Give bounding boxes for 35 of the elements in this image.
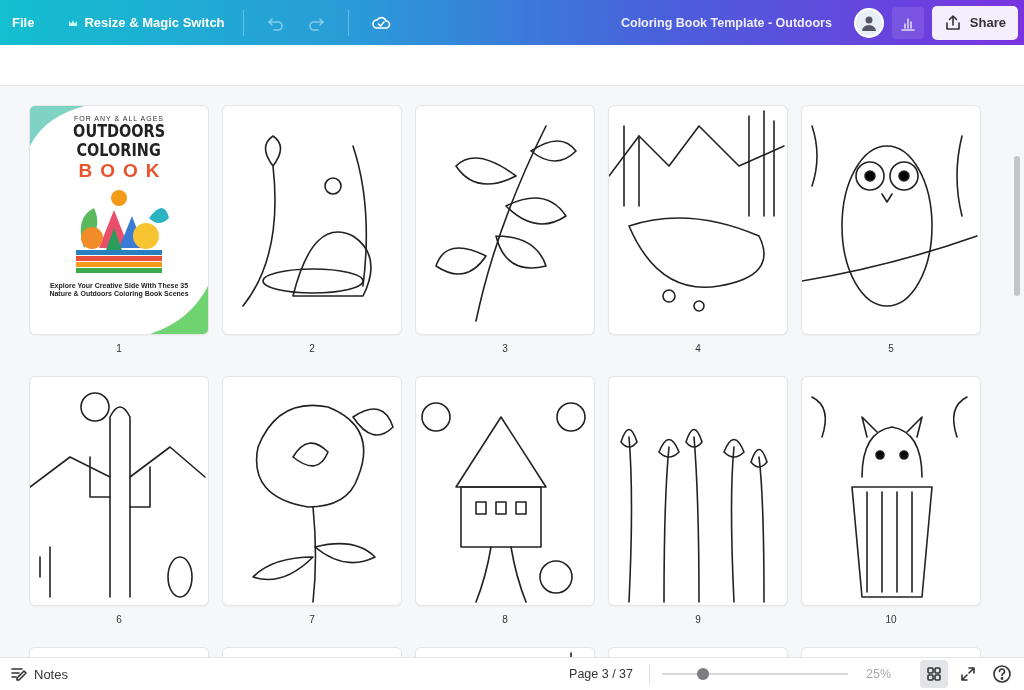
page-number: 3 (502, 343, 508, 354)
help-icon (992, 664, 1012, 684)
share-button[interactable]: Share (931, 5, 1018, 40)
page-number: 2 (309, 343, 315, 354)
page-number: 7 (309, 614, 315, 625)
page-number: 10 (885, 614, 897, 625)
page-thumbnail[interactable] (609, 377, 787, 605)
page-thumbnail[interactable] (609, 106, 787, 334)
expand-icon (959, 665, 977, 683)
page-number: 4 (695, 343, 701, 354)
grid-view-button[interactable] (920, 660, 948, 688)
page-number: 6 (116, 614, 122, 625)
page-thumbnail[interactable] (30, 377, 208, 605)
grid-icon (925, 665, 943, 683)
avatar[interactable] (853, 7, 884, 38)
page-number: 1 (116, 343, 122, 354)
upload-icon (943, 13, 962, 32)
notes-button[interactable]: Notes (10, 665, 68, 683)
page-number: 5 (888, 343, 894, 354)
document-title: Coloring Book Template - Outdoors (620, 15, 832, 30)
cover-title: COLORING (76, 141, 162, 160)
page-indicator[interactable]: Page 3 / 37 (565, 663, 637, 685)
page-thumbnail[interactable] (416, 106, 594, 334)
analytics-button[interactable] (891, 6, 924, 39)
page-thumbnail[interactable] (802, 377, 980, 605)
page-thumbnail[interactable] (223, 106, 401, 334)
zoom-percentage: 25% (866, 667, 893, 681)
notes-pencil-icon (10, 665, 28, 683)
page-thumbnail[interactable] (802, 106, 980, 334)
page-number: 9 (695, 614, 701, 625)
page-thumbnail[interactable] (416, 377, 594, 605)
page-number: 8 (502, 614, 508, 625)
page-thumbnail[interactable] (223, 377, 401, 605)
cover-title: BOOK (77, 160, 168, 182)
cover-title: OUTDOORS (73, 122, 165, 141)
